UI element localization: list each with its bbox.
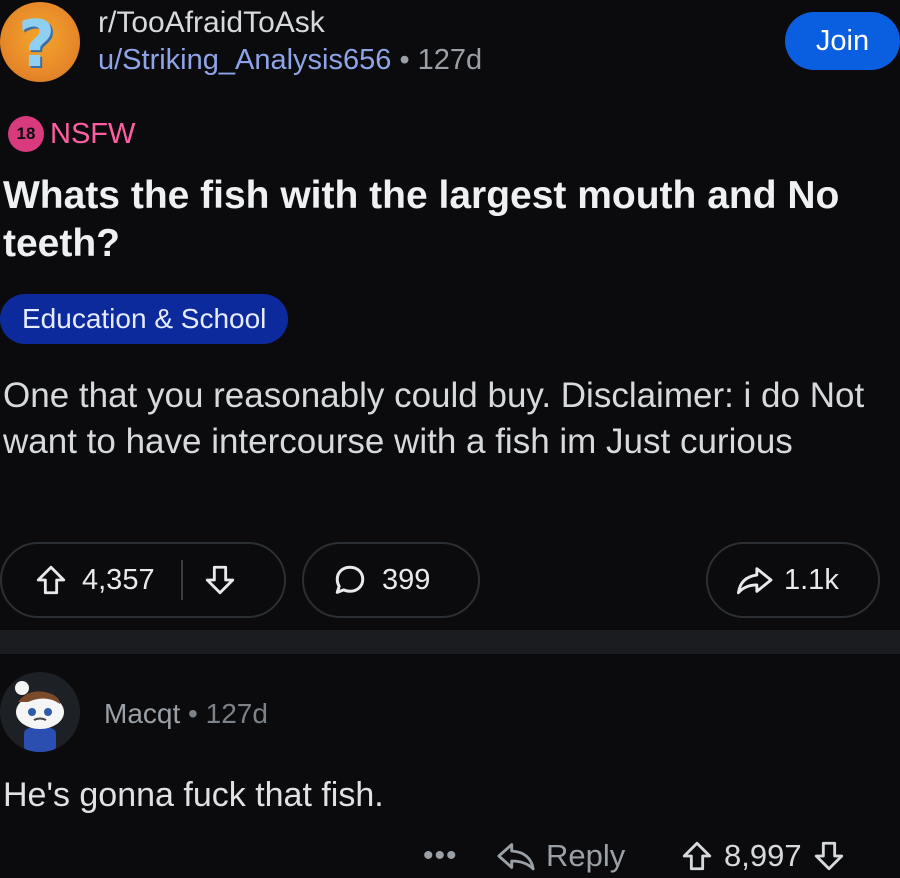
comment-text: He's gonna fuck that fish. [3,776,384,814]
post-body: One that you reasonably could buy. Discl… [3,376,865,461]
comment-age: 127d [205,698,268,729]
snoo-avatar-icon [0,672,80,752]
comment-bubble-icon [332,562,368,598]
section-divider [0,630,900,654]
comment-meta: Macqt • 127d [104,698,268,730]
share-button[interactable]: 1.1k [706,542,880,618]
question-mark-avatar-icon: ? [18,8,56,82]
reply-button[interactable]: Reply [496,834,625,878]
comment-count: 399 [382,563,431,596]
reply-arrow-icon [496,840,536,872]
post-author[interactable]: u/Striking_Analysis656 [98,44,391,76]
share-count: 1.1k [784,563,839,596]
post-meta: u/Striking_Analysis656 • 127d [98,44,482,77]
downvote-icon[interactable] [812,839,846,873]
vote-divider [180,560,183,600]
upvote-icon[interactable] [34,563,68,597]
join-button[interactable]: Join [785,12,900,70]
meta-separator: • [188,698,198,729]
meta-separator: • [399,44,410,76]
downvote-icon[interactable] [203,563,237,597]
vote-bar: 4,357 [0,542,286,618]
comment-vote-bar: 8,997 [680,834,846,878]
nsfw-tag: 18 NSFW [8,116,135,152]
commenter-avatar[interactable] [0,672,80,752]
subreddit-name[interactable]: r/TooAfraidToAsk [98,6,325,40]
post-title: Whats the fish with the largest mouth an… [3,174,840,265]
more-options-button[interactable]: ••• [423,834,458,878]
post-age: 127d [417,44,483,76]
post-flair[interactable]: Education & School [0,294,289,344]
nsfw-18-icon: 18 [8,116,44,152]
reply-label: Reply [546,838,626,873]
comment-score: 8,997 [724,838,802,873]
upvote-icon[interactable] [680,839,714,873]
comment-author[interactable]: Macqt [104,698,180,729]
subreddit-avatar[interactable]: ? [0,2,80,82]
share-arrow-icon [734,563,774,597]
nsfw-label: NSFW [50,117,136,150]
upvote-count: 4,357 [82,563,155,596]
comments-button[interactable]: 399 [302,542,480,618]
